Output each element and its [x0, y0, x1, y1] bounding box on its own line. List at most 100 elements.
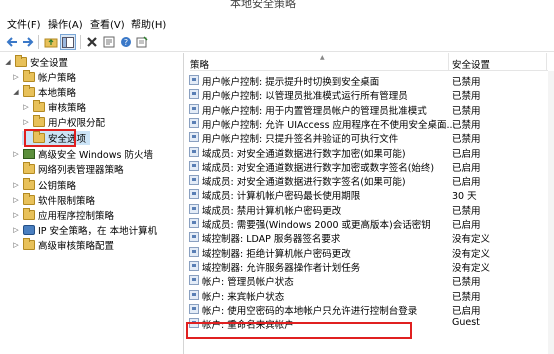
up-one-level-button[interactable] — [43, 34, 59, 50]
delete-button[interactable] — [84, 34, 100, 50]
show-hide-console-tree-button[interactable] — [60, 34, 76, 50]
column-divider[interactable] — [448, 53, 449, 71]
policy-icon — [189, 189, 199, 200]
policy-setting: 已启用 — [452, 148, 481, 160]
policy-setting: 已禁用 — [452, 91, 481, 103]
collapsed-arrow-icon[interactable]: ▷ — [12, 180, 20, 190]
policy-icon — [189, 103, 199, 114]
console-tree-icon — [62, 36, 74, 48]
collapsed-arrow-icon[interactable]: ▷ — [22, 102, 30, 112]
ip-security-icon — [23, 225, 35, 235]
policy-setting: 已禁用 — [452, 277, 481, 289]
table-row[interactable]: 域成员: 对安全通道数据进行数字签名(如果可能) 已启用 — [186, 173, 554, 188]
table-row[interactable]: 帐户: 来宾帐户状态 已禁用 — [186, 288, 554, 303]
column-divider[interactable] — [546, 53, 547, 71]
policy-icon — [189, 203, 199, 214]
table-row[interactable]: 域控制器: 允许服务器操作者计划任务 没有定义 — [186, 259, 554, 274]
policy-icon — [189, 132, 199, 143]
policy-name: 用户帐户控制: 提示提升时切换到安全桌面 — [202, 77, 380, 88]
policy-icon — [189, 160, 199, 171]
back-button[interactable] — [4, 34, 20, 50]
policy-icon — [189, 146, 199, 157]
tree-item-advanced-audit[interactable]: ▷ 高级审核策略配置 — [12, 238, 114, 252]
policy-icon — [189, 303, 199, 314]
policy-icon — [189, 218, 199, 228]
policy-icon — [189, 275, 199, 286]
policy-setting: 已禁用 — [452, 205, 481, 217]
tree-item-account-policies[interactable]: ▷ 帐户策略 — [12, 70, 76, 84]
table-row[interactable]: 用户帐户控制: 只提升签名并验证的可执行文件 已禁用 — [186, 130, 554, 145]
table-row[interactable]: 域成员: 禁用计算机帐户密码更改 已禁用 — [186, 202, 554, 217]
collapsed-arrow-icon[interactable]: ▷ — [12, 195, 20, 205]
collapsed-arrow-icon[interactable]: ▷ — [12, 72, 20, 82]
delete-x-icon — [87, 37, 97, 47]
menu-action[interactable]: 操作(A) — [48, 16, 83, 31]
collapsed-arrow-icon[interactable]: ▷ — [12, 225, 20, 235]
tree-item-network-list-manager[interactable]: 网络列表管理器策略 — [12, 162, 124, 176]
table-row[interactable]: 域控制器: 拒绝计算机帐户密码更改 没有定义 — [186, 245, 554, 260]
tree-item-software-restriction[interactable]: ▷ 软件限制策略 — [12, 193, 95, 207]
tree-item-ip-security[interactable]: ▷ IP 安全策略，在 本地计算机 — [12, 223, 157, 237]
properties-icon — [103, 36, 115, 48]
table-row[interactable]: 域成员: 对安全通道数据进行数字加密或数字签名(始终) 已启用 — [186, 159, 554, 174]
table-row[interactable]: 帐户: 使用空密码的本地帐户只允许进行控制台登录 已启用 — [186, 302, 554, 317]
table-row[interactable]: 帐户: 管理员帐户状态 已禁用 — [186, 273, 554, 289]
column-header-setting[interactable]: 安全设置 — [452, 53, 548, 71]
tree-item-public-key-policies[interactable]: ▷ 公钥策略 — [12, 178, 76, 192]
menu-view[interactable]: 查看(V) — [90, 16, 125, 31]
folder-icon — [23, 162, 35, 174]
table-row[interactable]: 域成员: 计算机帐户密码最长使用期限 30 天 — [186, 187, 554, 203]
table-row[interactable]: 用户帐户控制: 以管理员批准模式运行所有管理员 已禁用 — [186, 87, 554, 103]
policy-icon — [189, 175, 199, 186]
menu-file[interactable]: 文件(F) — [7, 16, 41, 31]
tree-item-application-control[interactable]: ▷ 应用程序控制策略 — [12, 208, 114, 222]
collapsed-arrow-icon[interactable]: ▷ — [12, 149, 20, 159]
menu-help[interactable]: 帮助(H) — [131, 16, 166, 31]
table-row[interactable]: 域控制器: LDAP 服务器签名要求 没有定义 — [186, 230, 554, 245]
policy-name: 帐户: 来宾帐户状态 — [202, 291, 285, 303]
red-highlight-box — [24, 129, 76, 147]
table-row[interactable]: 域成员: 需要强(Windows 2000 或更高版本)会话密钥 已启用 — [186, 216, 554, 231]
tree-item-label: IP 安全策略，在 本地计算机 — [38, 226, 158, 237]
forward-button[interactable] — [20, 34, 36, 50]
properties-button[interactable] — [101, 34, 117, 50]
tree-item-label: 高级审核策略配置 — [38, 241, 115, 252]
folder-icon — [23, 178, 35, 190]
policy-name: 用户帐户控制: 用于内置管理员帐户的管理员批准模式 — [202, 105, 427, 117]
policy-icon — [189, 117, 199, 128]
title-bar: 本地安全策略 — [0, 0, 554, 14]
export-list-button[interactable] — [134, 34, 150, 50]
expanded-arrow-icon[interactable]: ◢ — [4, 57, 12, 67]
collapsed-arrow-icon[interactable]: ▷ — [22, 117, 30, 127]
policy-name: 域成员: 对安全通道数据进行数字加密或数字签名(始终) — [202, 162, 435, 174]
policy-setting: 已禁用 — [452, 291, 481, 303]
tree-item-windows-firewall[interactable]: ▷ 高级安全 Windows 防火墙 — [12, 147, 153, 161]
collapsed-arrow-icon[interactable]: ▷ — [12, 240, 20, 250]
tree-item-security-settings[interactable]: ◢ 安全设置 — [4, 55, 68, 69]
table-row[interactable]: 用户帐户控制: 提示提升时切换到安全桌面 已禁用 — [186, 73, 554, 88]
tree-item-label: 高级安全 Windows 防火墙 — [38, 150, 153, 161]
policy-name: 帐户: 使用空密码的本地帐户只允许进行控制台登录 — [202, 305, 418, 317]
table-row[interactable]: 域成员: 对安全通道数据进行数字加密(如果可能) 已启用 — [186, 145, 554, 160]
expanded-arrow-icon[interactable]: ◢ — [12, 87, 20, 97]
vertical-scrollbar[interactable] — [548, 71, 554, 354]
policy-icon — [189, 89, 199, 100]
policy-name: 域成员: 需要强(Windows 2000 或更高版本)会话密钥 — [202, 220, 431, 231]
policy-icon — [189, 246, 199, 257]
red-highlight-box — [186, 322, 412, 339]
tree-item-label: 本地策略 — [38, 88, 77, 99]
column-header-policy[interactable]: 策略 ▲ — [190, 53, 452, 71]
policy-name: 域成员: 计算机帐户密码最长使用期限 — [202, 191, 361, 203]
policy-name: 域控制器: 允许服务器操作者计划任务 — [202, 262, 361, 274]
table-row[interactable]: 用户帐户控制: 用于内置管理员帐户的管理员批准模式 已禁用 — [186, 102, 554, 117]
tree-item-user-rights-assignment[interactable]: ▷ 用户权限分配 — [22, 115, 105, 129]
collapsed-arrow-icon[interactable]: ▷ — [12, 210, 20, 220]
tree-item-audit-policy[interactable]: ▷ 审核策略 — [22, 100, 86, 114]
local-security-policy-window: 本地安全策略 文件(F) 操作(A) 查看(V) 帮助(H) ? ◢ 安全设置 … — [0, 0, 554, 354]
help-button[interactable]: ? — [118, 34, 134, 50]
policy-setting: 没有定义 — [452, 248, 491, 260]
tree-item-local-policies[interactable]: ◢ 本地策略 — [12, 85, 76, 99]
folder-icon — [15, 55, 27, 67]
table-row[interactable]: 用户帐户控制: 允许 UIAccess 应用程序在不使用安全桌面... 已禁用 — [186, 116, 554, 131]
